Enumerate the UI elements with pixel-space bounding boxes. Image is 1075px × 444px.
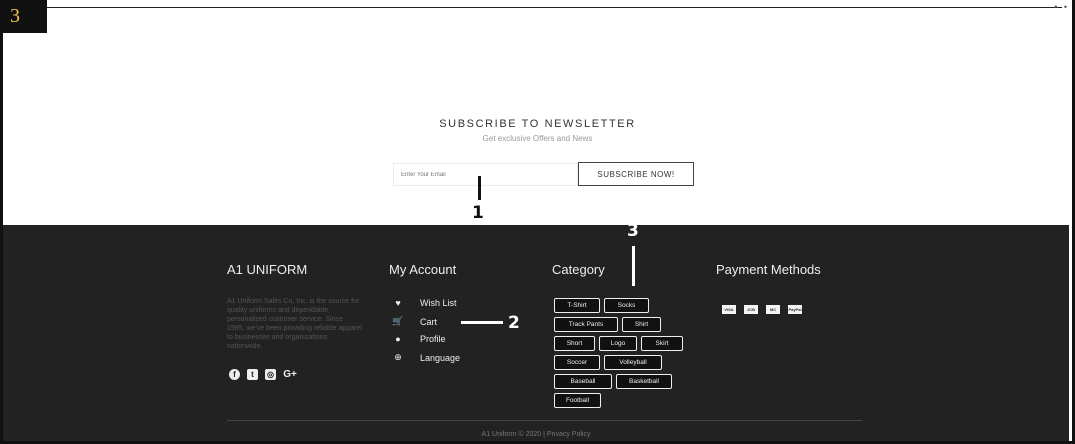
account-item-cart[interactable]: 🛒 Cart [392, 316, 437, 327]
category-tag-logo[interactable]: Logo [599, 336, 637, 351]
account-item-profile[interactable]: ● Profile [392, 334, 446, 344]
heart-icon: ♥ [395, 298, 401, 308]
paypal-icon: PayPal [788, 305, 802, 314]
brand-about-text: A1 Uniform Sales Co, Inc. is the source … [227, 298, 362, 350]
account-item-label: Profile [420, 334, 446, 344]
category-title: Category [552, 262, 605, 277]
category-tag-skirt[interactable]: Skirt [641, 336, 683, 351]
email-input[interactable] [393, 163, 578, 186]
account-item-language[interactable]: ⊕ Language [392, 352, 460, 363]
annotation-2-label: 2 [508, 313, 520, 333]
newsletter-title: SUBSCRIBE TO NEWSLETTER [439, 118, 636, 130]
mastercard-icon: MC [766, 305, 780, 314]
google-plus-icon[interactable]: G+ [283, 369, 297, 380]
site-footer: A1 UNIFORM A1 Uniform Sales Co, Inc. is … [3, 221, 1069, 441]
instagram-icon[interactable]: ◎ [265, 369, 276, 380]
annotation-2-line [461, 321, 503, 324]
account-item-wish-list[interactable]: ♥ Wish List [392, 298, 457, 308]
annotation-1-label: 1 [472, 203, 484, 223]
category-tag-soccer[interactable]: Soccer [554, 355, 600, 370]
footer-divider [227, 420, 862, 421]
brand-title: A1 UNIFORM [227, 262, 308, 277]
account-title: My Account [389, 262, 457, 277]
category-tag-volleyball[interactable]: Volleyball [604, 355, 662, 370]
globe-icon: ⊕ [394, 352, 402, 362]
category-tag-basketball[interactable]: Basketball [616, 374, 672, 389]
category-tag-track-pants[interactable]: Track Pants [554, 317, 618, 332]
visa-icon: VISA [722, 305, 736, 314]
newsletter-section: SUBSCRIBE TO NEWSLETTER Get exclusive Of… [0, 0, 1075, 225]
social-links: f t ◎ G+ [229, 369, 297, 380]
category-tag-baseball[interactable]: Baseball [554, 374, 612, 389]
account-item-label: Cart [420, 316, 438, 327]
user-icon: ● [395, 334, 401, 344]
annotation-3-line [632, 246, 635, 286]
category-tag-football[interactable]: Football [554, 393, 601, 408]
subscribe-button[interactable]: SUBSCRIBE NOW! [578, 162, 694, 186]
category-tag-short[interactable]: Short [554, 336, 595, 351]
annotation-3-label: 3 [627, 221, 639, 241]
payment-title: Payment Methods [716, 262, 821, 277]
category-tag-shirt[interactable]: Shirt [622, 317, 661, 332]
category-tag-socks[interactable]: Socks [604, 298, 649, 313]
account-item-label: Wish List [420, 298, 457, 308]
twitter-icon[interactable]: t [247, 369, 258, 380]
category-tag-t-shirt[interactable]: T-Shirt [554, 298, 600, 313]
annotation-1-line [478, 176, 481, 200]
account-item-label: Language [420, 352, 461, 363]
facebook-icon[interactable]: f [229, 369, 240, 380]
copyright-text[interactable]: A1 Uniform © 2020 | Privacy Policy [3, 431, 1069, 438]
newsletter-subtitle: Get exclusive Offers and News [482, 134, 593, 143]
jcb-icon: JCB [744, 305, 758, 314]
cart-icon: 🛒 [392, 316, 404, 326]
